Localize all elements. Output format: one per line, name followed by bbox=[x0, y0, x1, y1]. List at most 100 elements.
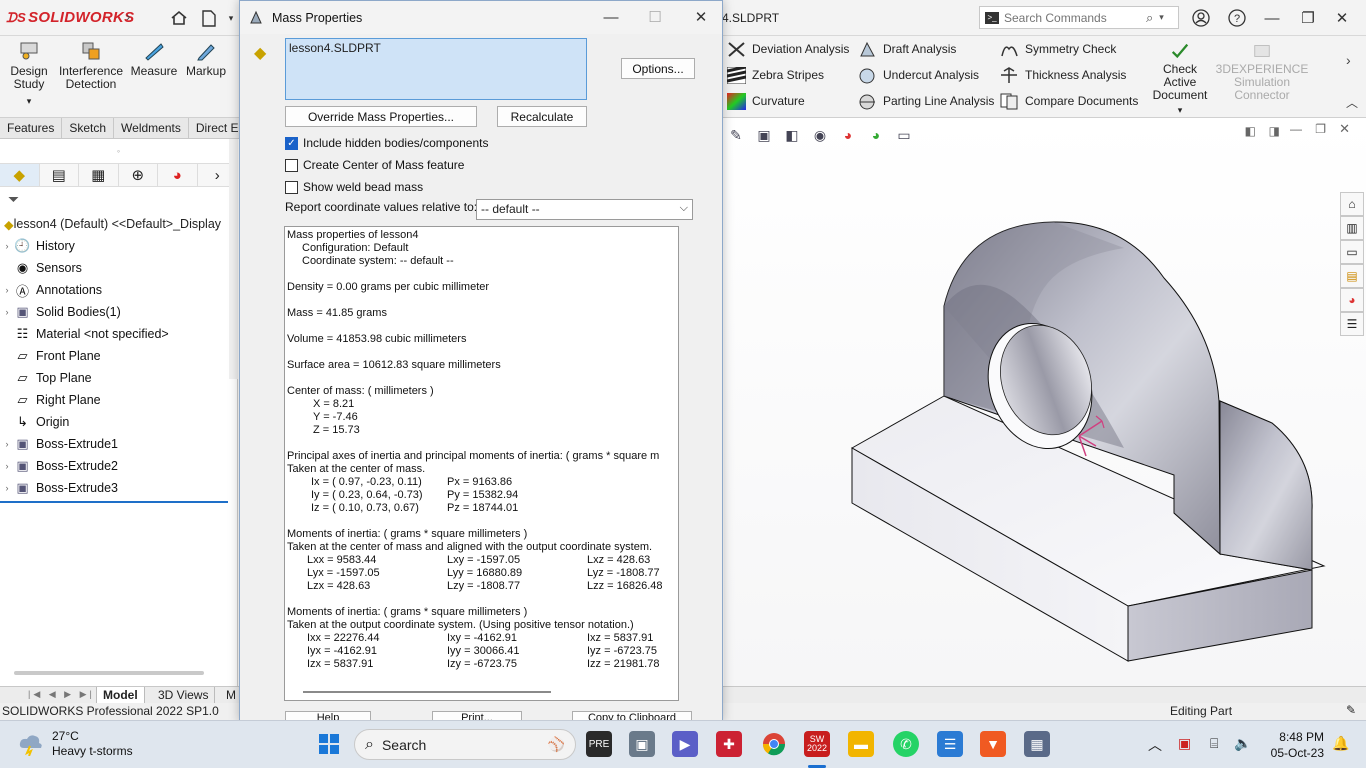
deviation-analysis-button[interactable]: Deviation Analysis bbox=[727, 39, 849, 59]
expand-icon[interactable]: › bbox=[0, 307, 14, 317]
chrome-icon[interactable] bbox=[761, 731, 787, 757]
file-explorer-icon[interactable]: ▬ bbox=[848, 731, 874, 757]
help-icon[interactable]: ? bbox=[1225, 7, 1249, 29]
tab-sketch[interactable]: Sketch bbox=[62, 118, 115, 138]
menu-arrow-icon[interactable]: › bbox=[126, 9, 130, 24]
tree-root[interactable]: ◆ lesson4 (Default) <<Default>_Display bbox=[0, 213, 237, 235]
expand-icon[interactable]: › bbox=[0, 483, 14, 493]
expand-icon[interactable]: › bbox=[0, 285, 14, 295]
solidworks-logo[interactable]: ᗪS SOLIDWORKS bbox=[6, 9, 134, 26]
solidworks-taskbar-icon[interactable]: SW 2022 bbox=[804, 731, 830, 757]
tree-item-annotations[interactable]: › Ⓐ Annotations bbox=[0, 279, 237, 301]
draft-analysis-button[interactable]: Draft Analysis bbox=[858, 39, 956, 59]
tab-model[interactable]: Model bbox=[96, 687, 145, 704]
coordinate-system-select[interactable]: -- default -- ⌵ bbox=[476, 199, 693, 220]
volume-icon[interactable]: 🔈 bbox=[1234, 735, 1251, 752]
interference-detection-button[interactable]: Interference Detection bbox=[58, 40, 124, 91]
show-weld-checkbox[interactable]: Show weld bead mass bbox=[285, 178, 423, 196]
tray-app-icon[interactable]: ▣ bbox=[1178, 735, 1191, 752]
taskbar-search[interactable]: ⌕ Search ⚾ bbox=[354, 729, 576, 760]
expand-icon[interactable]: › bbox=[0, 461, 14, 471]
task-view-icon[interactable]: ▣ bbox=[629, 731, 655, 757]
tree-item-solid-bodies[interactable]: › ▣ Solid Bodies(1) bbox=[0, 301, 237, 323]
dialog-close-icon[interactable]: ✕ bbox=[686, 7, 716, 27]
weather-widget[interactable]: 27°C Heavy t-storms bbox=[18, 729, 133, 759]
system-clock[interactable]: 8:48 PM 05-Oct-23 bbox=[1258, 729, 1324, 761]
restore-icon[interactable]: ❐ bbox=[1296, 7, 1320, 29]
calculator-icon[interactable]: ▦ bbox=[1024, 731, 1050, 757]
recalculate-button[interactable]: Recalculate bbox=[497, 106, 587, 127]
horizontal-scrollbar[interactable] bbox=[14, 671, 204, 675]
tree-item-boss-extrude2[interactable]: › ▣ Boss-Extrude2 bbox=[0, 455, 237, 477]
checkbox-checked-icon[interactable]: ✓ bbox=[285, 136, 298, 150]
search-commands[interactable]: >_ ⌕ ▾ bbox=[979, 6, 1179, 29]
displaymanager-tab-icon[interactable]: ◕ bbox=[158, 164, 198, 186]
zebra-stripes-button[interactable]: Zebra Stripes bbox=[727, 65, 824, 85]
show-hidden-icons[interactable]: ︿ bbox=[1148, 735, 1162, 755]
teams-icon[interactable]: ▶ bbox=[672, 731, 698, 757]
results-horizontal-scrollbar[interactable] bbox=[303, 691, 551, 693]
parting-line-analysis-button[interactable]: Parting Line Analysis bbox=[858, 91, 994, 111]
panel-grip[interactable]: ◦ bbox=[0, 139, 237, 163]
close-icon[interactable]: ✕ bbox=[1330, 7, 1354, 29]
tab-features[interactable]: Features bbox=[0, 118, 63, 138]
markup-button[interactable]: Markup bbox=[184, 40, 228, 78]
tab-navigation-arrows[interactable]: |◀ ◀ ▶ ▶| bbox=[28, 689, 95, 700]
tab-weldments[interactable]: Weldments bbox=[114, 118, 189, 138]
tree-item-boss-extrude1[interactable]: › ▣ Boss-Extrude1 bbox=[0, 433, 237, 455]
propertymanager-tab-icon[interactable]: ▤ bbox=[40, 164, 79, 186]
tree-item-origin[interactable]: ↳ Origin bbox=[0, 411, 237, 433]
home-icon[interactable] bbox=[168, 7, 190, 29]
dimxpertmanager-tab-icon[interactable]: ⊕ bbox=[119, 164, 158, 186]
user-icon[interactable] bbox=[1189, 7, 1213, 29]
curvature-button[interactable]: Curvature bbox=[727, 91, 805, 111]
part-model[interactable] bbox=[724, 118, 1366, 686]
collapse-ribbon-icon[interactable]: ︿ bbox=[1346, 94, 1358, 111]
notifications-icon[interactable]: 🔔 bbox=[1332, 735, 1349, 752]
expand-icon[interactable]: › bbox=[0, 241, 14, 251]
include-hidden-checkbox[interactable]: ✓ Include hidden bodies/components bbox=[285, 134, 488, 152]
design-study-dropdown-icon[interactable]: ▾ bbox=[27, 95, 32, 108]
override-mass-properties-button[interactable]: Override Mass Properties... bbox=[285, 106, 477, 127]
brave-icon[interactable]: ▼ bbox=[980, 731, 1006, 757]
expand-icon[interactable]: › bbox=[0, 439, 14, 449]
configurationmanager-tab-icon[interactable]: ▦ bbox=[79, 164, 119, 186]
dialog-minimize-icon[interactable]: — bbox=[596, 7, 626, 27]
options-button[interactable]: Options... bbox=[621, 58, 695, 79]
tree-item-top-plane[interactable]: ▱ Top Plane bbox=[0, 367, 237, 389]
dialog-title-bar[interactable]: Mass Properties — ☐ ✕ bbox=[240, 1, 722, 34]
checkbox-unchecked-icon[interactable] bbox=[285, 158, 298, 172]
tree-item-right-plane[interactable]: ▱ Right Plane bbox=[0, 389, 237, 411]
customize-icon[interactable]: ✎ bbox=[1346, 703, 1356, 717]
minimize-icon[interactable]: — bbox=[1260, 7, 1284, 29]
tree-item-history[interactable]: › 🕘 History bbox=[0, 235, 237, 257]
measure-button[interactable]: Measure bbox=[130, 40, 178, 78]
search-input[interactable] bbox=[1004, 10, 1144, 25]
graphics-area[interactable]: ✎ ▣ ◧ ◉ ◕ ◕ ▭ ◧ ◨ — ❐ ✕ ⌂ ▥ ▭ ▤ ◕ ☰ bbox=[724, 118, 1366, 686]
undercut-analysis-button[interactable]: Undercut Analysis bbox=[858, 65, 979, 85]
check-active-document-button[interactable]: Check Active Document ▾ bbox=[1146, 41, 1214, 117]
chevron-down-icon[interactable]: ⌵ bbox=[680, 202, 688, 215]
selected-item[interactable]: lesson4.SLDPRT bbox=[289, 41, 381, 55]
tab-3d-views[interactable]: 3D Views bbox=[152, 687, 216, 704]
search-icon[interactable]: ⌕ bbox=[1146, 10, 1153, 26]
tree-item-material[interactable]: ☷ Material <not specified> bbox=[0, 323, 237, 345]
app-icon-pre[interactable]: PRE bbox=[586, 731, 612, 757]
tree-item-boss-extrude3[interactable]: › ▣ Boss-Extrude3 bbox=[0, 477, 237, 499]
rollback-bar[interactable] bbox=[0, 501, 228, 503]
compare-documents-button[interactable]: Compare Documents bbox=[1000, 91, 1138, 111]
create-com-checkbox[interactable]: Create Center of Mass feature bbox=[285, 156, 464, 174]
tree-item-sensors[interactable]: ◉ Sensors bbox=[0, 257, 237, 279]
app-icon-tools[interactable]: ✚ bbox=[716, 731, 742, 757]
featuremanager-tab-icon[interactable]: ◆ bbox=[0, 164, 40, 186]
3dexperience-simulation-connector-button[interactable]: 3DEXPERIENCE Simulation Connector bbox=[1216, 41, 1308, 102]
chevron-right-icon[interactable]: › bbox=[1346, 52, 1351, 68]
search-dropdown-icon[interactable]: ▾ bbox=[1159, 12, 1164, 23]
tab-direct-editing[interactable]: Direct E bbox=[189, 118, 247, 138]
selection-list[interactable]: lesson4.SLDPRT bbox=[285, 38, 587, 100]
vertical-scrollbar[interactable] bbox=[229, 139, 238, 379]
windows-start-icon[interactable] bbox=[316, 731, 342, 757]
whatsapp-icon[interactable]: ✆ bbox=[893, 731, 919, 757]
notes-icon[interactable]: ☰ bbox=[937, 731, 963, 757]
network-icon[interactable]: ⌸ bbox=[1210, 735, 1218, 752]
